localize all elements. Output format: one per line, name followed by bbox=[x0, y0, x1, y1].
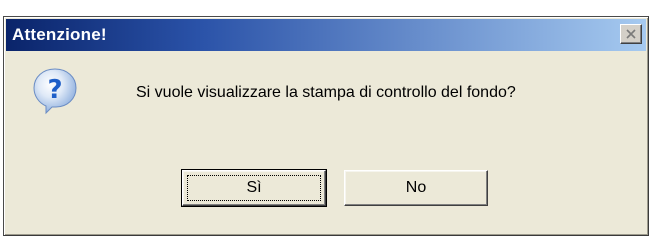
question-icon: ? bbox=[33, 68, 77, 115]
yes-button-label: Sì bbox=[246, 179, 262, 196]
close-icon bbox=[626, 29, 636, 39]
no-button[interactable]: No bbox=[344, 170, 488, 206]
dialog-message: Si vuole visualizzare la stampa di contr… bbox=[136, 84, 516, 101]
dialog-title: Attenzione! bbox=[12, 25, 107, 44]
confirm-dialog: Attenzione! ? Si vuole visualizzare la s… bbox=[3, 16, 649, 236]
svg-text:?: ? bbox=[47, 75, 62, 105]
no-button-label: No bbox=[405, 179, 427, 196]
close-button[interactable] bbox=[620, 24, 642, 44]
yes-button[interactable]: Sì bbox=[181, 169, 327, 207]
title-bar[interactable]: Attenzione! bbox=[6, 19, 646, 51]
